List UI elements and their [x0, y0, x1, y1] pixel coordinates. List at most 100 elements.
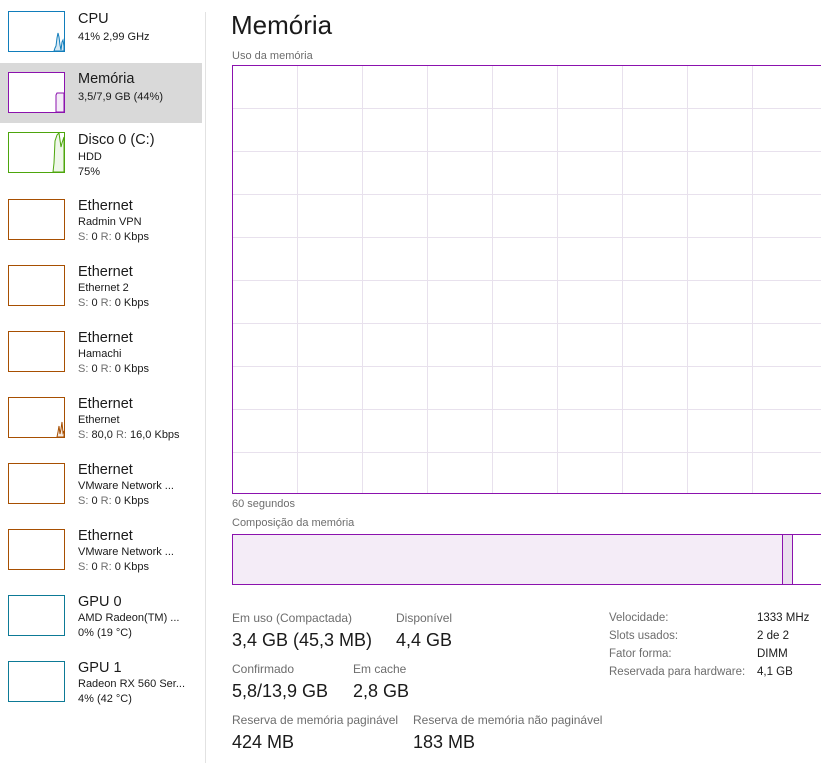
sidebar-item-detail: Ethernet: [78, 414, 120, 426]
recv-value: 0 Kbps: [114, 363, 149, 375]
recv-value: 16,0 Kbps: [130, 429, 180, 441]
sidebar-item-ethernet-hamachi[interactable]: Ethernet Hamachi S: 0 R: 0 Kbps: [0, 325, 202, 385]
page-title: Memória: [231, 10, 333, 40]
sidebar-item-detail: VMware Network ...: [78, 480, 174, 492]
send-value: 0: [91, 495, 98, 507]
sidebar: CPU 41% 2,99 GHz Memória 3,5/7,9 GB (44%…: [0, 0, 205, 763]
recv-label: R:: [100, 231, 112, 243]
memory-usage-chart: [232, 65, 821, 494]
recv-value: 0 Kbps: [114, 297, 149, 309]
sidebar-item-detail: 0% (19 °C): [78, 627, 132, 639]
send-value: 80,0: [91, 429, 113, 441]
sidebar-item-detail: Hamachi: [78, 348, 122, 360]
send-label: S:: [78, 231, 89, 243]
sidebar-item-gpu-1[interactable]: GPU 1 Radeon RX 560 Ser... 4% (42 °C): [0, 655, 202, 715]
gpu-graph-thumbnail: [8, 661, 65, 702]
sidebar-item-title: Ethernet: [78, 396, 133, 412]
speed-value: 1333 MHz: [757, 612, 810, 624]
sidebar-item-detail: VMware Network ...: [78, 546, 174, 558]
recv-value: 0 Kbps: [114, 495, 149, 507]
send-label: S:: [78, 297, 89, 309]
paged-pool-label: Reserva de memória paginável: [232, 713, 399, 727]
sidebar-item-throughput: S: 80,0 R: 16,0 Kbps: [78, 429, 180, 441]
send-value: 0: [91, 231, 98, 243]
ethernet-graph-thumbnail: [8, 199, 65, 240]
sidebar-divider: [205, 12, 206, 763]
sidebar-item-detail: 75%: [78, 166, 101, 178]
send-value: 0: [91, 561, 98, 573]
sidebar-item-memory[interactable]: Memória 3,5/7,9 GB (44%): [0, 63, 202, 123]
nonpaged-pool-value: 183 MB: [413, 732, 476, 752]
available-label: Disponível: [396, 611, 453, 625]
send-value: 0: [91, 363, 98, 375]
committed-value: 5,8/13,9 GB: [232, 681, 329, 701]
committed-label: Confirmado: [232, 662, 295, 676]
recv-label: R:: [115, 429, 127, 441]
recv-label: R:: [100, 561, 112, 573]
sidebar-item-detail: 41% 2,99 GHz: [78, 31, 150, 43]
sidebar-item-throughput: S: 0 R: 0 Kbps: [78, 297, 149, 309]
sidebar-item-title: Ethernet: [78, 198, 133, 214]
sidebar-item-title: Ethernet: [78, 264, 133, 280]
disk-graph-thumbnail: [8, 132, 65, 173]
hardware-reserved-value: 4,1 GB: [757, 666, 793, 678]
sidebar-item-throughput: S: 0 R: 0 Kbps: [78, 363, 149, 375]
send-label: S:: [78, 495, 89, 507]
send-label: S:: [78, 429, 89, 441]
form-factor-label: Fator forma:: [609, 648, 672, 660]
sidebar-item-detail: 4% (42 °C): [78, 693, 132, 705]
sidebar-item-disk[interactable]: Disco 0 (C:) HDD 75%: [0, 123, 202, 183]
sidebar-item-throughput: S: 0 R: 0 Kbps: [78, 495, 149, 507]
cached-label: Em cache: [353, 662, 407, 676]
sidebar-item-detail: AMD Radeon(TM) ...: [78, 612, 180, 624]
sidebar-item-detail: 3,5/7,9 GB (44%): [78, 91, 163, 103]
sidebar-item-title: GPU 1: [78, 660, 122, 676]
ethernet-graph-thumbnail: [8, 331, 65, 372]
send-value: 0: [91, 297, 98, 309]
memory-composition-bar: [232, 534, 821, 585]
sidebar-item-title: GPU 0: [78, 594, 122, 610]
recv-label: R:: [100, 363, 112, 375]
in-use-label: Em uso (Compactada): [232, 611, 353, 625]
sidebar-item-title: Memória: [78, 71, 135, 87]
memory-graph-thumbnail: [8, 72, 65, 113]
send-label: S:: [78, 363, 89, 375]
sidebar-item-ethernet-ethernet[interactable]: Ethernet Ethernet S: 80,0 R: 16,0 Kbps: [0, 391, 202, 451]
sidebar-item-title: CPU: [78, 11, 109, 27]
sidebar-item-throughput: S: 0 R: 0 Kbps: [78, 231, 149, 243]
sidebar-item-gpu-0[interactable]: GPU 0 AMD Radeon(TM) ... 0% (19 °C): [0, 589, 202, 649]
time-span-label: 60 segundos: [232, 498, 295, 510]
sidebar-item-detail: Ethernet 2: [78, 282, 129, 294]
sidebar-item-ethernet-radmin[interactable]: Ethernet Radmin VPN S: 0 R: 0 Kbps: [0, 193, 202, 253]
cached-value: 2,8 GB: [353, 681, 410, 701]
composition-chart-label: Composição da memória: [232, 517, 355, 529]
form-factor-value: DIMM: [757, 648, 788, 660]
ethernet-graph-thumbnail: [8, 397, 65, 438]
hardware-reserved-label: Reservada para hardware:: [609, 666, 746, 678]
in-use-value: 3,4 GB (45,3 MB): [232, 630, 373, 650]
sidebar-item-detail: Radmin VPN: [78, 216, 142, 228]
sidebar-item-detail: Radeon RX 560 Ser...: [78, 678, 186, 690]
recv-value: 0 Kbps: [114, 561, 149, 573]
slots-value: 2 de 2: [757, 630, 789, 642]
ethernet-graph-thumbnail: [8, 463, 65, 504]
available-value: 4,4 GB: [396, 630, 453, 650]
sidebar-item-ethernet-2[interactable]: Ethernet Ethernet 2 S: 0 R: 0 Kbps: [0, 259, 202, 319]
recv-label: R:: [100, 495, 112, 507]
sidebar-item-title: Ethernet: [78, 330, 133, 346]
sidebar-item-title: Ethernet: [78, 462, 133, 478]
ethernet-graph-thumbnail: [8, 265, 65, 306]
nonpaged-pool-label: Reserva de memória não paginável: [413, 713, 603, 727]
ethernet-graph-thumbnail: [8, 529, 65, 570]
sidebar-item-ethernet-vmware-1[interactable]: Ethernet VMware Network ... S: 0 R: 0 Kb…: [0, 457, 202, 517]
recv-value: 0 Kbps: [114, 231, 149, 243]
cpu-graph-thumbnail: [8, 11, 65, 52]
paged-pool-value: 424 MB: [232, 732, 295, 752]
sidebar-item-ethernet-vmware-2[interactable]: Ethernet VMware Network ... S: 0 R: 0 Kb…: [0, 523, 202, 583]
sidebar-item-cpu[interactable]: CPU 41% 2,99 GHz: [0, 2, 202, 62]
speed-label: Velocidade:: [609, 612, 669, 624]
usage-chart-label: Uso da memória: [232, 50, 313, 62]
send-label: S:: [78, 561, 89, 573]
sidebar-item-title: Ethernet: [78, 528, 133, 544]
sidebar-item-title: Disco 0 (C:): [78, 132, 155, 148]
